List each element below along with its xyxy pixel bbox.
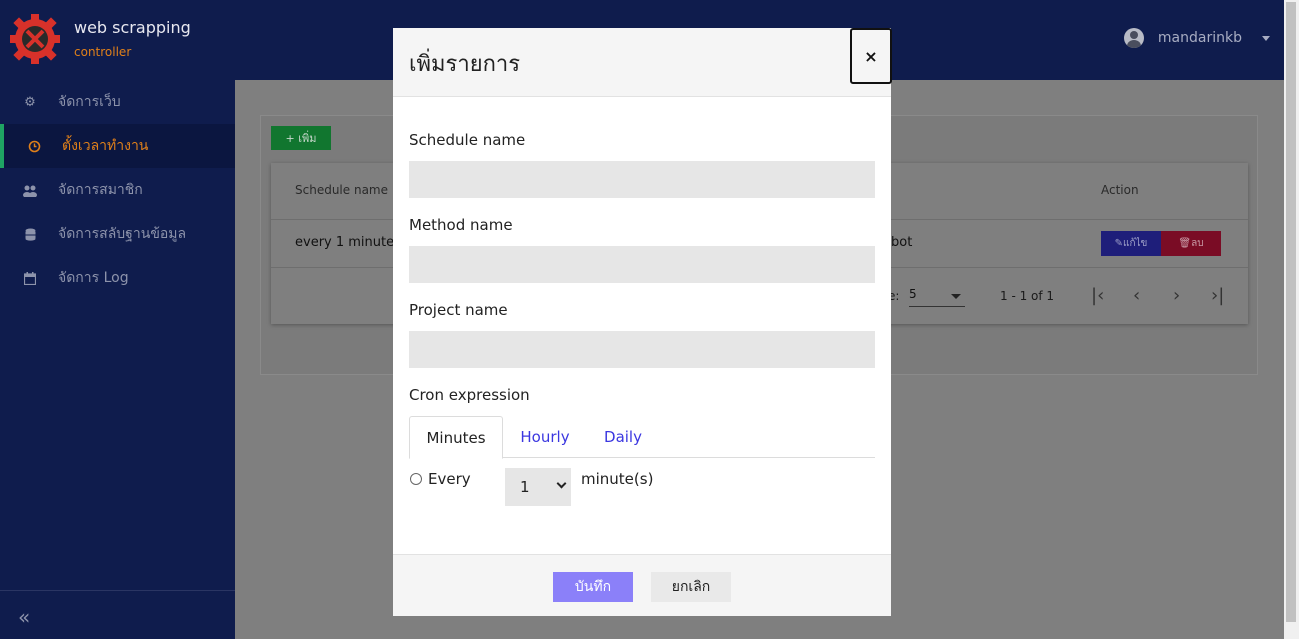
pagination-range: 1 - 1 of 1 [1000,289,1055,303]
next-page-icon[interactable]: › [1173,285,1180,306]
minute-unit-label: minute(s) [581,470,654,488]
delete-button[interactable]: 🗑 ลบ [1161,231,1221,256]
users-icon [22,182,38,198]
sidebar-item-label: จัดการ Log [58,270,129,286]
double-chevron-left-icon[interactable]: « [18,605,30,629]
add-schedule-modal: เพิ่มรายการ × Schedule name Method name … [393,28,892,616]
method-name-input[interactable] [409,246,875,283]
caret-down-icon [951,294,961,299]
last-page-icon[interactable]: ›| [1211,285,1224,306]
add-button[interactable]: + เพิ่ม [271,126,331,150]
database-icon [22,226,38,242]
close-button[interactable]: × [850,28,892,84]
column-header-schedule-name: Schedule name [295,183,388,197]
brand-title: web scrapping [74,18,191,37]
tab-daily[interactable]: Daily [593,416,653,458]
sidebar-item-label: จัดการสมาชิก [58,182,143,198]
edit-label: แก้ไข [1123,238,1148,249]
minute-select[interactable]: 1 [505,468,571,506]
sidebar-item-database[interactable]: จัดการสลับฐานข้อมูล [0,212,235,256]
every-radio[interactable] [410,473,422,485]
gear-tools-logo[interactable] [10,14,60,64]
edit-button[interactable]: ✎ แก้ไข [1101,231,1161,256]
username: mandarinkb [1157,30,1242,46]
tab-hourly[interactable]: Hourly [509,416,581,458]
edit-icon: ✎ [1114,238,1123,249]
caret-down-icon [1262,35,1270,41]
calendar-icon [22,270,38,286]
delete-label: ลบ [1191,238,1204,249]
modal-title: เพิ่มรายการ [409,52,521,77]
gear-icon: ⚙ [24,94,36,110]
scrollbar-thumb[interactable] [1286,2,1296,622]
clock-icon [26,138,42,154]
method-name-label: Method name [409,216,513,234]
modal-footer: บันทึก ยกเลิก [393,554,891,616]
brand-subtitle: controller [74,45,132,59]
sidebar-item-schedule[interactable]: ตั้งเวลาทำงาน [0,124,235,168]
cron-tabs: Minutes Hourly Daily [409,416,875,459]
user-menu[interactable]: mandarinkb [1123,28,1270,48]
avatar [1123,28,1144,48]
trash-icon: 🗑 [1178,238,1192,249]
schedule-name-input[interactable] [409,161,875,198]
side-menu: ⚙ จัดการเว็บ ตั้งเวลาทำงาน จัดการสมาชิก … [0,80,235,300]
sidebar-item-manage-web[interactable]: ⚙ จัดการเว็บ [0,80,235,124]
first-page-icon[interactable]: |‹ [1091,285,1104,306]
schedule-name-label: Schedule name [409,131,526,149]
rows-per-page-select[interactable]: 5 [909,287,965,307]
project-name-label: Project name [409,301,508,319]
minute-select-value: 1 [520,478,530,496]
tab-minutes[interactable]: Minutes [409,416,503,459]
every-label: Every [428,470,471,488]
save-button[interactable]: บันทึก [553,572,633,602]
cell-schedule-name: every 1 minute [295,235,395,250]
rows-per-page-value: 5 [909,287,917,301]
project-name-input[interactable] [409,331,875,368]
sidebar: web scrapping controller ⚙ จัดการเว็บ ตั… [0,0,235,639]
sidebar-item-members[interactable]: จัดการสมาชิก [0,168,235,212]
sidebar-item-label: ตั้งเวลาทำงาน [62,138,149,154]
prev-page-icon[interactable]: ‹ [1133,285,1140,306]
cell-project-name: bot [891,235,913,250]
sidebar-footer: « [0,590,235,639]
cancel-button[interactable]: ยกเลิก [651,572,731,602]
modal-header: เพิ่มรายการ [393,28,891,97]
sidebar-item-label: จัดการเว็บ [58,94,121,110]
sidebar-item-label: จัดการสลับฐานข้อมูล [58,226,187,242]
cron-expression-label: Cron expression [409,386,530,404]
sidebar-item-log[interactable]: จัดการ Log [0,256,235,300]
chevron-down-icon [556,478,567,489]
column-header-action: Action [1101,183,1139,197]
